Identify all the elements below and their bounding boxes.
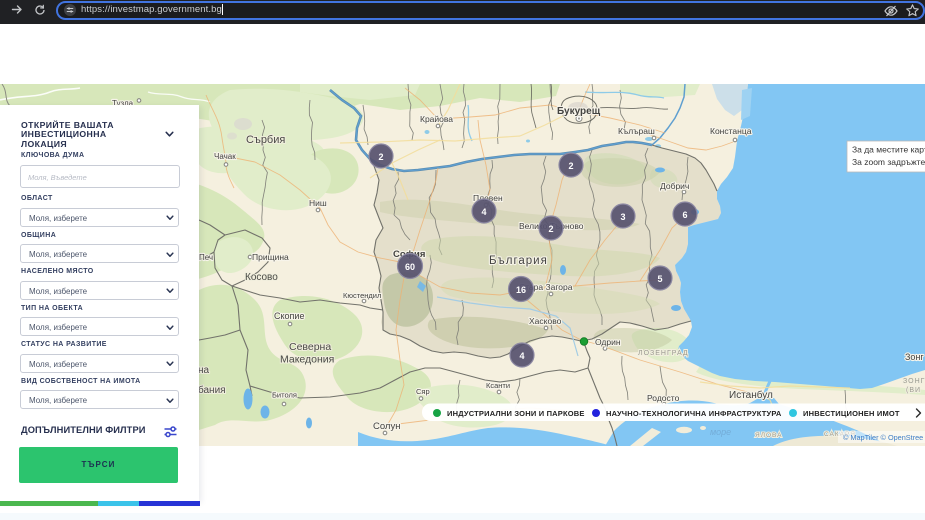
svg-text:Чачак: Чачак: [214, 152, 236, 161]
svg-text:на: на: [198, 365, 210, 376]
svg-text:6: 6: [682, 210, 687, 220]
svg-text:бания: бания: [198, 384, 226, 396]
svg-text:НАУЧНО-ТЕХНОЛОГИЧНА ИНФРАСТРУК: НАУЧНО-ТЕХНОЛОГИЧНА ИНФРАСТРУКТУРА: [606, 409, 782, 418]
svg-text:море: море: [710, 427, 731, 437]
svg-text:Кюстендил: Кюстендил: [343, 291, 381, 300]
svg-text:Добрич: Добрич: [660, 181, 689, 191]
svg-text:2: 2: [378, 152, 383, 162]
svg-text:2: 2: [548, 224, 553, 234]
svg-text:Сяр: Сяр: [416, 387, 430, 396]
svg-text:60: 60: [405, 262, 415, 272]
svg-text:ИНВЕСТИЦИОНЕН ИМОТ: ИНВЕСТИЦИОНЕН ИМОТ: [803, 409, 900, 418]
svg-text:Прищина: Прищина: [252, 252, 289, 262]
svg-text:Косово: Косово: [245, 272, 278, 283]
svg-text:ЯЛОВА: ЯЛОВА: [755, 432, 782, 439]
svg-text:Северна: Северна: [289, 341, 331, 353]
svg-text:ИНДУСТРИАЛНИ ЗОНИ И ПАРКОВЕ: ИНДУСТРИАЛНИ ЗОНИ И ПАРКОВЕ: [447, 409, 585, 418]
svg-text:Букурещ: Букурещ: [557, 106, 601, 117]
svg-text:Одрин: Одрин: [595, 337, 621, 347]
svg-text:© MapTiler © OpenStree: © MapTiler © OpenStree: [843, 433, 923, 442]
svg-text:Сърбия: Сърбия: [246, 134, 285, 146]
svg-text:Кълъраш: Кълъраш: [618, 126, 655, 136]
svg-text:4: 4: [481, 207, 486, 217]
svg-text:2: 2: [568, 161, 573, 171]
svg-text:5: 5: [657, 274, 662, 284]
svg-text:16: 16: [516, 285, 526, 295]
svg-text:3: 3: [620, 212, 625, 222]
svg-text:Печ: Печ: [199, 253, 213, 262]
svg-text:ЛОЗЕНГРАД: ЛОЗЕНГРАД: [638, 350, 689, 357]
svg-text:Истанбул: Истанбул: [729, 389, 773, 401]
svg-text:Ксанти: Ксанти: [486, 381, 510, 390]
svg-text:Ниш: Ниш: [309, 198, 327, 208]
svg-text:Зонг: Зонг: [905, 352, 924, 362]
svg-text:Солун: Солун: [373, 421, 400, 432]
svg-text:Хасково: Хасково: [529, 316, 562, 326]
svg-text:Крайова: Крайова: [420, 114, 453, 124]
svg-text:За zoom задръжте Shift: За zoom задръжте Shift: [852, 157, 925, 167]
svg-text:Скопие: Скопие: [274, 311, 304, 321]
svg-text:Родосто: Родосто: [647, 393, 680, 403]
svg-text:ЗОНГ: ЗОНГ: [903, 378, 925, 385]
svg-text:Македония: Македония: [280, 354, 334, 366]
svg-text:4: 4: [519, 351, 524, 361]
svg-text:България: България: [489, 255, 548, 267]
svg-text:(ВИ: (ВИ: [906, 387, 921, 394]
svg-text:Констанца: Констанца: [710, 126, 752, 136]
svg-text:За да местите картата: За да местите картата: [852, 145, 925, 155]
svg-text:Битоля: Битоля: [272, 391, 297, 400]
